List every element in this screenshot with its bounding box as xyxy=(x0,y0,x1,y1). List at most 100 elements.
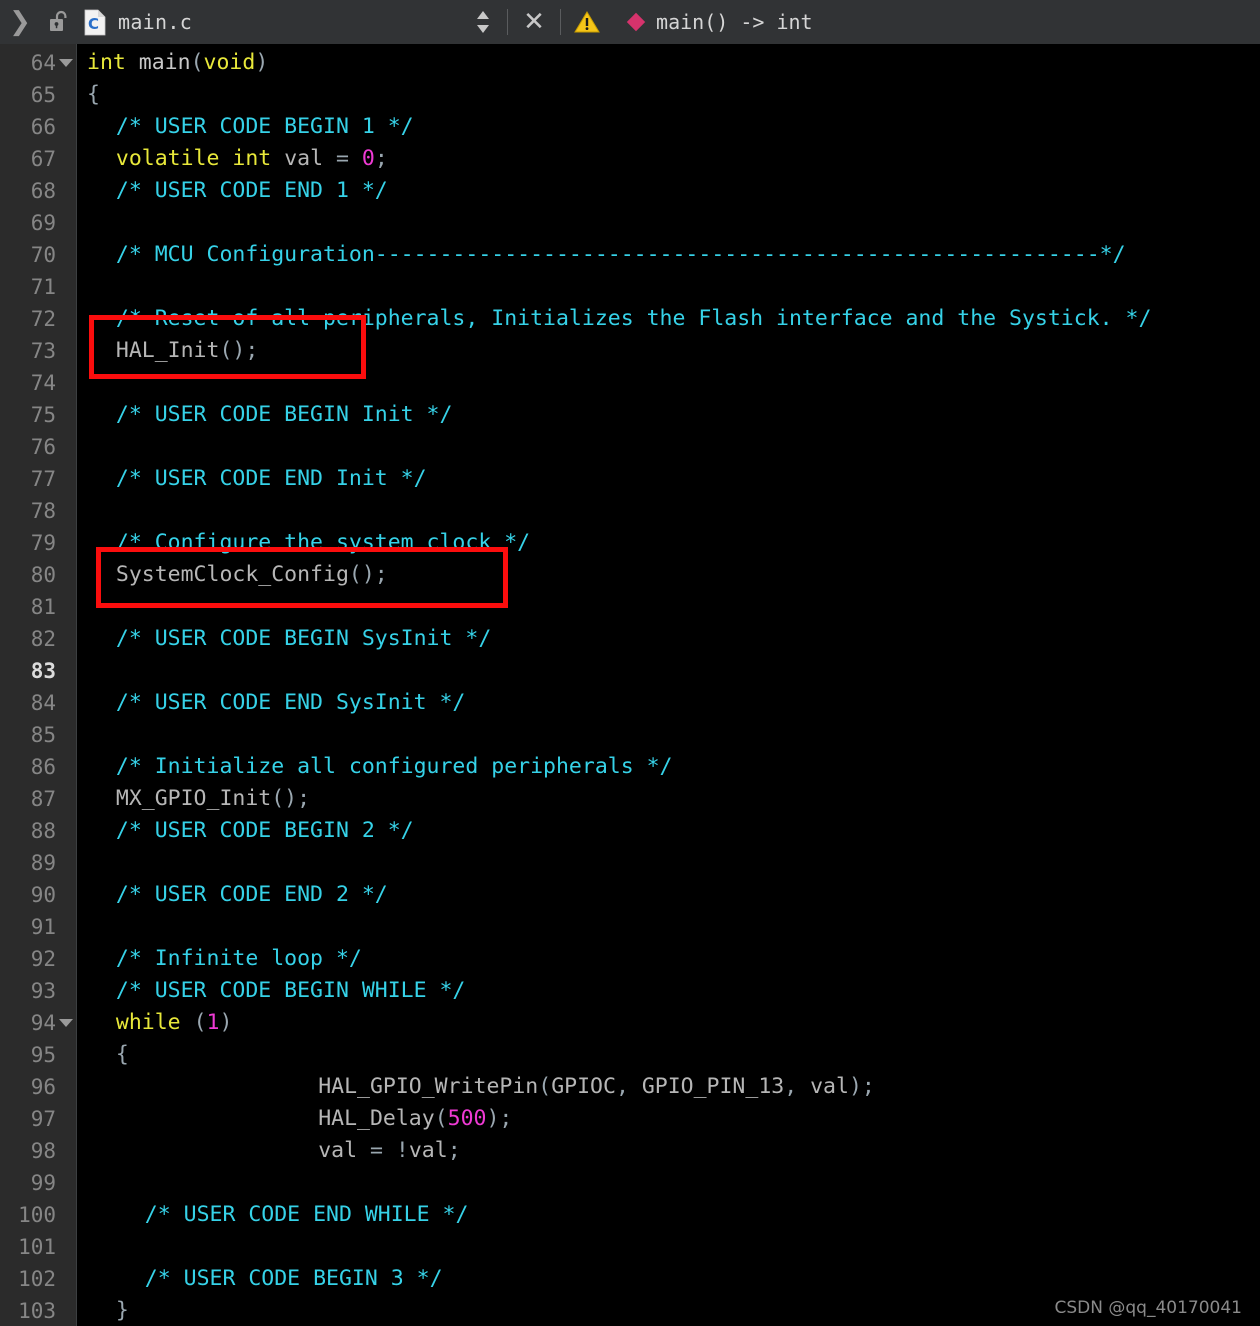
code-line[interactable]: /* Configure the system clock */ xyxy=(116,527,530,559)
code-token: (); xyxy=(219,338,259,363)
code-editor[interactable]: 64 65 66 67 68 69 70 71 72 73 74 75 76 77 78 79 80 81 82 83… xyxy=(0,44,1260,1326)
toolbar-divider-1 xyxy=(507,9,509,35)
code-token: ( xyxy=(538,1074,552,1099)
up-down-arrows-icon[interactable] xyxy=(468,0,498,44)
code-line[interactable]: int main(void) xyxy=(87,47,268,79)
line-number: 66 xyxy=(30,115,56,139)
line-number-gutter[interactable]: 64 65 66 67 68 69 70 71 72 73 74 75 76 77 78 79 80 81 82 83… xyxy=(0,44,77,1326)
line-number: 74 xyxy=(30,371,56,395)
code-line[interactable]: /* Reset of all peripherals, Initializes… xyxy=(116,303,1152,335)
code-line[interactable]: } xyxy=(116,1295,129,1326)
line-number: 91 xyxy=(30,915,56,939)
code-line[interactable]: /* Infinite loop */ xyxy=(116,943,362,975)
line-number: 81 xyxy=(30,595,56,619)
code-line[interactable]: /* USER CODE BEGIN 2 */ xyxy=(116,815,414,847)
code-line[interactable]: { xyxy=(87,79,100,111)
line-number: 90 xyxy=(30,883,56,907)
code-line[interactable]: /* USER CODE BEGIN 1 */ xyxy=(116,111,414,143)
method-signature-breadcrumb[interactable]: main() -> int xyxy=(656,10,813,34)
code-line[interactable]: volatile int val = 0; xyxy=(116,143,388,175)
code-token: /* USER CODE BEGIN 1 */ xyxy=(115,114,414,139)
code-line[interactable]: /* USER CODE END 2 */ xyxy=(116,879,388,911)
line-number: 71 xyxy=(30,275,56,299)
code-line[interactable]: /* USER CODE BEGIN SysInit */ xyxy=(116,623,491,655)
unlocked-padlock-icon[interactable] xyxy=(40,0,78,44)
editor-toolbar: ❯ C main.c ✕ main() -> int xyxy=(0,0,1260,44)
code-line[interactable]: /* USER CODE BEGIN Init */ xyxy=(116,399,453,431)
line-number: 78 xyxy=(30,499,56,523)
line-number: 79 xyxy=(30,531,56,555)
code-token: main xyxy=(138,50,191,75)
code-token: /* USER CODE BEGIN WHILE */ xyxy=(115,978,466,1003)
pink-diamond-glyph xyxy=(626,12,646,32)
code-token: void xyxy=(203,50,256,75)
code-token: HAL_GPIO_WritePin xyxy=(318,1074,539,1099)
line-number: 75 xyxy=(30,403,56,427)
code-line[interactable]: /* USER CODE END 1 */ xyxy=(116,175,388,207)
code-token: { xyxy=(87,82,100,107)
code-line[interactable]: /* USER CODE BEGIN WHILE */ xyxy=(116,975,466,1007)
fold-chevron-down-icon[interactable] xyxy=(58,47,74,79)
code-line[interactable]: while (1) xyxy=(116,1007,233,1039)
code-token: HAL_Init xyxy=(115,338,220,363)
close-icon[interactable]: ✕ xyxy=(517,0,551,44)
code-token: , xyxy=(784,1074,811,1099)
code-token: ) xyxy=(219,1010,233,1035)
svg-text:C: C xyxy=(88,15,99,33)
code-token: , xyxy=(615,1074,642,1099)
code-line[interactable]: SystemClock_Config(); xyxy=(116,559,388,591)
code-line[interactable]: /* MCU Configuration--------------------… xyxy=(116,239,1126,271)
code-token: /* Initialize all configured peripherals… xyxy=(115,754,673,779)
code-line[interactable]: { xyxy=(116,1039,129,1071)
code-token: /* USER CODE END Init */ xyxy=(115,466,427,491)
line-number: 83 xyxy=(30,659,56,683)
code-line[interactable]: HAL_Delay(500); xyxy=(318,1103,512,1135)
code-line[interactable]: val = !val; xyxy=(318,1135,460,1167)
code-token: GPIOC xyxy=(551,1074,616,1099)
code-token: MX_GPIO_Init xyxy=(115,786,272,811)
line-number: 88 xyxy=(30,819,56,843)
code-token: (); xyxy=(271,786,311,811)
toolbar-divider-2 xyxy=(560,9,562,35)
filename-label[interactable]: main.c xyxy=(118,10,192,34)
chevron-right-icon[interactable]: ❯ xyxy=(0,0,40,44)
code-line[interactable]: HAL_Init(); xyxy=(116,335,258,367)
warning-triangle-glyph xyxy=(574,11,600,33)
code-line[interactable]: /* USER CODE END WHILE */ xyxy=(145,1199,469,1231)
c-file-icon[interactable]: C xyxy=(78,0,112,44)
pink-diamond-method-icon[interactable] xyxy=(618,0,654,44)
code-line[interactable]: HAL_GPIO_WritePin(GPIOC, GPIO_PIN_13, va… xyxy=(318,1071,875,1103)
line-number: 100 xyxy=(18,1203,56,1227)
code-token: ( xyxy=(190,50,204,75)
line-number: 77 xyxy=(30,467,56,491)
line-number: 96 xyxy=(30,1075,56,1099)
code-content-area[interactable]: int main(void){/* USER CODE BEGIN 1 */vo… xyxy=(78,44,1260,1326)
line-number: 80 xyxy=(30,563,56,587)
line-number: 76 xyxy=(30,435,56,459)
line-number: 65 xyxy=(30,83,56,107)
line-number: 94 xyxy=(30,1011,56,1035)
up-down-arrows-glyph xyxy=(477,11,490,33)
code-line[interactable]: /* USER CODE BEGIN 3 */ xyxy=(145,1263,443,1295)
fold-chevron-down-icon[interactable] xyxy=(58,1007,74,1039)
code-token: /* USER CODE END SysInit */ xyxy=(115,690,466,715)
warning-triangle-icon[interactable] xyxy=(570,0,604,44)
code-line[interactable]: MX_GPIO_Init(); xyxy=(116,783,310,815)
code-token: /* USER CODE BEGIN Init */ xyxy=(115,402,453,427)
line-number: 87 xyxy=(30,787,56,811)
code-token: SystemClock_Config xyxy=(115,562,349,587)
code-token: ; xyxy=(447,1138,461,1163)
code-line[interactable]: /* Initialize all configured peripherals… xyxy=(116,751,673,783)
code-token: ; xyxy=(374,146,388,171)
code-line[interactable]: /* USER CODE END Init */ xyxy=(116,463,427,495)
code-line[interactable]: /* USER CODE END SysInit */ xyxy=(116,687,466,719)
line-number: 64 xyxy=(30,51,56,75)
code-token: int xyxy=(87,50,126,75)
line-number: 98 xyxy=(30,1139,56,1163)
line-number: 69 xyxy=(30,211,56,235)
